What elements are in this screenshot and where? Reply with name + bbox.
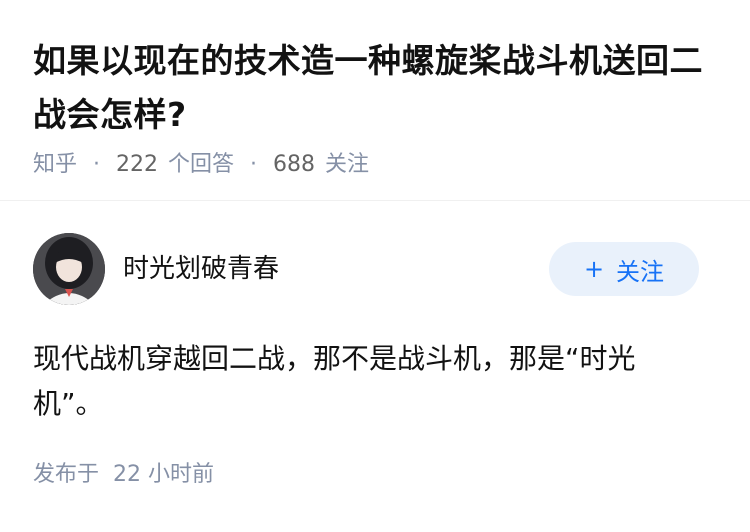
publish-time: 22 小时前 (113, 462, 215, 487)
separator-dot: · (250, 152, 258, 177)
avatar[interactable] (33, 233, 105, 305)
follow-button[interactable]: + 关注 (549, 242, 699, 296)
avatar-image-icon (33, 233, 105, 305)
publish-info: 发布于 22 小时前 (33, 460, 717, 490)
follower-count-label[interactable]: 关注 (325, 150, 369, 180)
author-row: 时光划破青春 + 关注 (33, 233, 717, 305)
answer-count: 222 (116, 152, 159, 177)
answer-card: 时光划破青春 + 关注 现代战机穿越回二战，那不是战斗机，那是“时光机”。 发布… (0, 233, 750, 490)
follow-button-label: 关注 (616, 257, 665, 286)
question-meta: 知乎 · 222 个回答 · 688 关注 (33, 150, 717, 180)
source-label[interactable]: 知乎 (33, 150, 77, 180)
separator-dot: · (93, 152, 101, 177)
question-header: 如果以现在的技术造一种螺旋桨战斗机送回二战会怎样? 知乎 · 222 个回答 ·… (0, 0, 750, 201)
publish-label: 发布于 (33, 462, 100, 487)
answer-count-label[interactable]: 个回答 (168, 150, 234, 180)
plus-icon: + (583, 255, 605, 283)
question-title[interactable]: 如果以现在的技术造一种螺旋桨战斗机送回二战会怎样? (33, 34, 717, 142)
author-name[interactable]: 时光划破青春 (123, 248, 549, 285)
follower-count: 688 (273, 152, 316, 177)
answer-content[interactable]: 现代战机穿越回二战，那不是战斗机，那是“时光机”。 (33, 336, 693, 426)
